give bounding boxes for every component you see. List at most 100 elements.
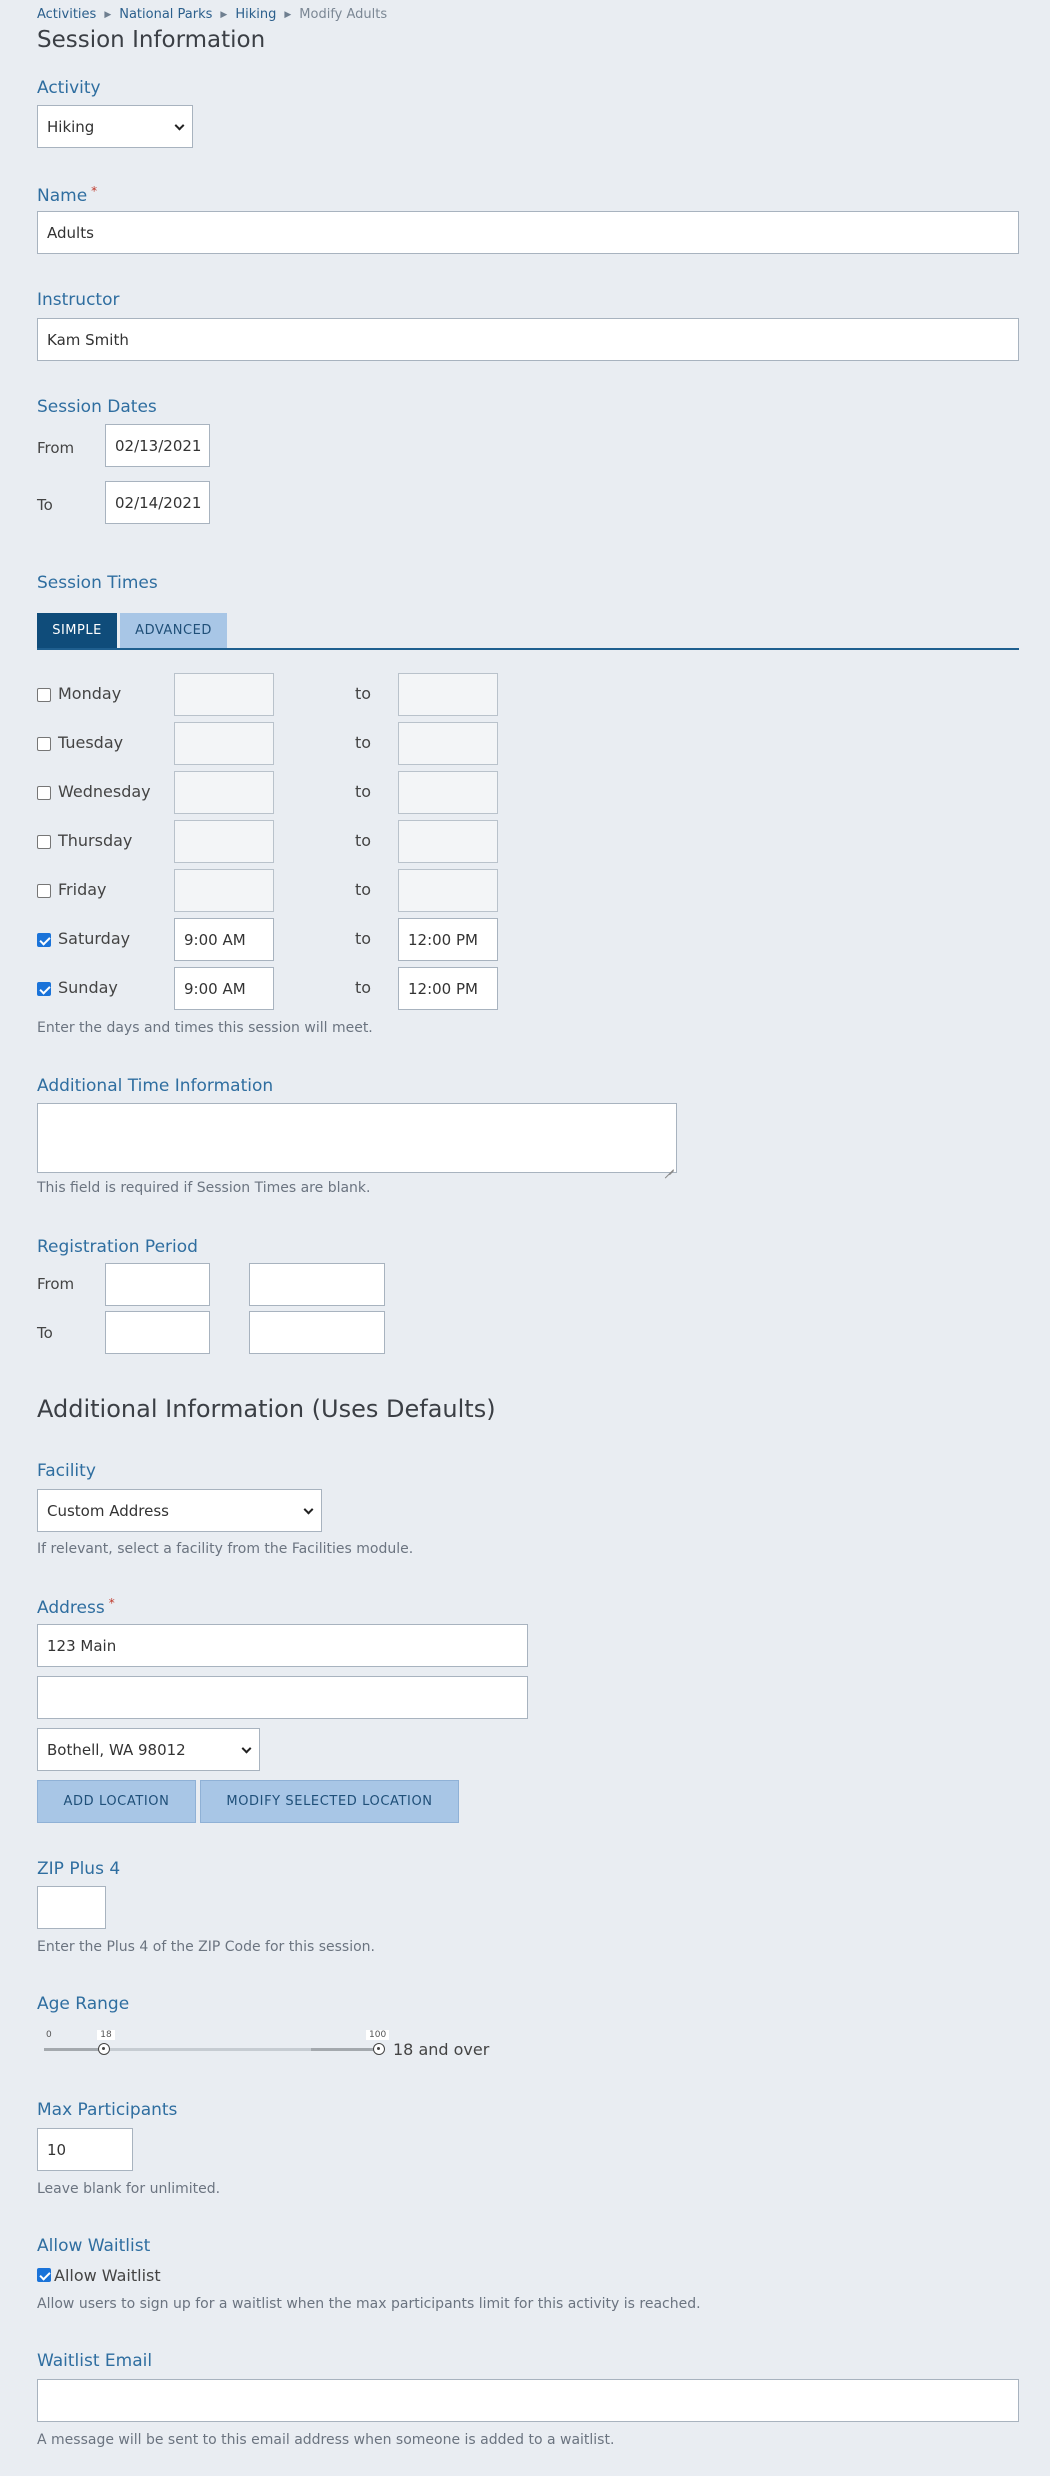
- activity-select[interactable]: Hiking: [37, 105, 193, 148]
- day-label-saturday[interactable]: Saturday: [58, 929, 130, 948]
- address-label: Address *: [37, 1596, 115, 1618]
- max-participants-label: Max Participants: [37, 2100, 178, 2120]
- session-from-label: From: [37, 439, 75, 457]
- triangle-right-icon: ▶: [104, 10, 112, 20]
- breadcrumb-national-parks-link[interactable]: National Parks: [119, 7, 212, 22]
- session-to-label: To: [37, 496, 53, 514]
- additional-time-textarea[interactable]: [37, 1103, 677, 1173]
- name-label: Name *: [37, 184, 97, 206]
- zip-plus4-label: ZIP Plus 4: [37, 1859, 121, 1879]
- session-to-date-input[interactable]: 02/14/2021: [105, 481, 210, 524]
- to-label: to: [355, 782, 372, 801]
- slider-min-tick: 0: [46, 2030, 52, 2040]
- triangle-right-icon: ▶: [220, 10, 228, 20]
- to-label: to: [355, 880, 372, 899]
- end-time-input-monday[interactable]: [398, 673, 498, 716]
- end-time-input-saturday[interactable]: 12:00 PM: [398, 918, 498, 961]
- allow-waitlist-label: Allow Waitlist: [37, 2236, 151, 2256]
- age-range-slider[interactable]: 0 18 100: [44, 2026, 390, 2056]
- start-time-input-saturday[interactable]: 9:00 AM: [174, 918, 274, 961]
- address-line2-input[interactable]: [37, 1676, 528, 1719]
- allow-waitlist-checkbox-label[interactable]: Allow Waitlist: [54, 2266, 161, 2285]
- required-asterisk: *: [108, 1596, 115, 1610]
- registration-from-time-input[interactable]: [249, 1263, 385, 1306]
- location-select[interactable]: Bothell, WA 98012: [37, 1728, 260, 1771]
- name-input[interactable]: Adults: [37, 211, 1019, 254]
- age-range-label: Age Range: [37, 1994, 130, 2014]
- add-location-button[interactable]: ADD LOCATION: [37, 1780, 196, 1823]
- facility-label: Facility: [37, 1461, 96, 1481]
- checkbox-icon[interactable]: [37, 786, 51, 800]
- modify-selected-location-button[interactable]: MODIFY SELECTED LOCATION: [200, 1780, 459, 1823]
- day-label-friday[interactable]: Friday: [58, 880, 107, 899]
- day-label-sunday[interactable]: Sunday: [58, 978, 118, 997]
- max-participants-input[interactable]: 10: [37, 2128, 133, 2171]
- day-label-thursday[interactable]: Thursday: [58, 831, 132, 850]
- session-dates-label: Session Dates: [37, 397, 157, 417]
- checkbox-icon[interactable]: [37, 835, 51, 849]
- start-time-input-monday[interactable]: [174, 673, 274, 716]
- checkbox-checked-icon[interactable]: [37, 2268, 51, 2282]
- start-time-input-thursday[interactable]: [174, 820, 274, 863]
- checkbox-icon[interactable]: [37, 737, 51, 751]
- waitlist-email-help: A message will be sent to this email add…: [37, 2432, 615, 2448]
- additional-info-title: Additional Information (Uses Defaults): [37, 1395, 496, 1423]
- end-time-input-thursday[interactable]: [398, 820, 498, 863]
- to-label: to: [355, 831, 372, 850]
- zip-plus4-help: Enter the Plus 4 of the ZIP Code for thi…: [37, 1939, 376, 1955]
- location-select-value: Bothell, WA 98012: [47, 1740, 186, 1759]
- checkbox-checked-icon[interactable]: [37, 982, 51, 996]
- instructor-input[interactable]: Kam Smith: [37, 318, 1019, 361]
- instructor-label: Instructor: [37, 290, 120, 310]
- to-label: to: [355, 733, 372, 752]
- address-line1-input[interactable]: 123 Main: [37, 1624, 528, 1667]
- day-label-tuesday[interactable]: Tuesday: [58, 733, 123, 752]
- breadcrumb: Activities ▶ National Parks ▶ Hiking ▶ Modify …: [37, 7, 387, 22]
- session-from-date-input[interactable]: 02/13/2021: [105, 424, 210, 467]
- facility-select[interactable]: Custom Address: [37, 1489, 322, 1532]
- registration-period-label: Registration Period: [37, 1237, 198, 1257]
- waitlist-email-input[interactable]: [37, 2379, 1019, 2422]
- tab-simple[interactable]: SIMPLE: [37, 613, 117, 648]
- checkbox-icon[interactable]: [37, 688, 51, 702]
- address-label-text: Address: [37, 1598, 105, 1618]
- chevron-down-icon: [241, 1743, 252, 1754]
- day-label-wednesday[interactable]: Wednesday: [58, 782, 151, 801]
- registration-from-date-input[interactable]: [105, 1263, 210, 1306]
- chevron-down-icon: [303, 1504, 314, 1515]
- registration-to-label: To: [37, 1324, 53, 1342]
- additional-time-label: Additional Time Information: [37, 1076, 274, 1096]
- waitlist-email-label: Waitlist Email: [37, 2351, 153, 2371]
- start-time-input-tuesday[interactable]: [174, 722, 274, 765]
- allow-waitlist-help: Allow users to sign up for a waitlist wh…: [37, 2296, 701, 2312]
- resize-grip-icon[interactable]: [665, 1161, 674, 1170]
- end-time-input-sunday[interactable]: 12:00 PM: [398, 967, 498, 1010]
- slider-high-value: 100: [366, 2030, 390, 2040]
- start-time-input-sunday[interactable]: 9:00 AM: [174, 967, 274, 1010]
- checkbox-checked-icon[interactable]: [37, 933, 51, 947]
- page-title: Session Information: [37, 27, 266, 53]
- breadcrumb-hiking-link[interactable]: Hiking: [235, 7, 276, 22]
- tab-underline: [37, 648, 1019, 650]
- activity-select-value: Hiking: [47, 117, 95, 136]
- breadcrumb-activities-link[interactable]: Activities: [37, 7, 96, 22]
- day-label-monday[interactable]: Monday: [58, 684, 121, 703]
- age-range-summary: 18 and over: [393, 2040, 490, 2059]
- start-time-input-wednesday[interactable]: [174, 771, 274, 814]
- facility-select-value: Custom Address: [47, 1501, 169, 1520]
- registration-to-time-input[interactable]: [249, 1311, 385, 1354]
- checkbox-icon[interactable]: [37, 884, 51, 898]
- slider-low-handle[interactable]: [98, 2043, 111, 2055]
- end-time-input-wednesday[interactable]: [398, 771, 498, 814]
- breadcrumb-current: Modify Adults: [299, 7, 388, 22]
- slider-high-handle[interactable]: [373, 2043, 385, 2055]
- facility-help: If relevant, select a facility from the …: [37, 1541, 414, 1557]
- tab-advanced[interactable]: ADVANCED: [120, 613, 227, 648]
- end-time-input-tuesday[interactable]: [398, 722, 498, 765]
- session-times-label: Session Times: [37, 573, 158, 593]
- registration-to-date-input[interactable]: [105, 1311, 210, 1354]
- end-time-input-friday[interactable]: [398, 869, 498, 912]
- additional-time-help: This field is required if Session Times …: [37, 1180, 371, 1196]
- start-time-input-friday[interactable]: [174, 869, 274, 912]
- zip-plus4-input[interactable]: [37, 1886, 106, 1929]
